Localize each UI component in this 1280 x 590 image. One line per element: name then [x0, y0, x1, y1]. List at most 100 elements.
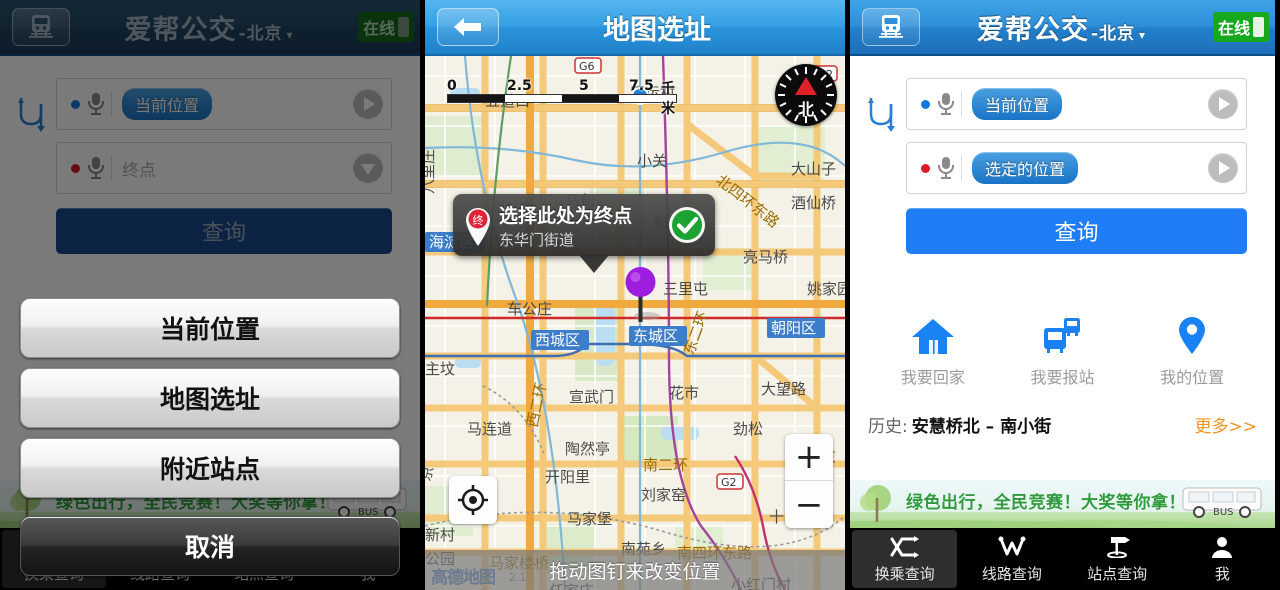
panel-action-sheet: 爱帮公交 -北京 ▾ 在线 当前位置 [0, 0, 420, 590]
scale-tick: 0 [447, 78, 457, 94]
history-more-link[interactable]: 更多>> [1195, 412, 1258, 437]
svg-text:三里屯: 三里屯 [663, 280, 708, 298]
svg-text:八里庄: 八里庄 [425, 149, 437, 194]
check-circle-icon [669, 207, 705, 243]
callout-text: 选择此处为终点 东华门街道 [499, 201, 667, 250]
svg-text:G2: G2 [721, 476, 737, 489]
svg-text:大山子: 大山子 [791, 160, 836, 178]
query-button-right[interactable]: 查询 [906, 208, 1247, 254]
ad-banner-text: 绿色出行，全民竞赛！大奖等你拿！ [906, 493, 1186, 513]
callout-confirm-button[interactable] [667, 205, 707, 245]
tab-profile[interactable]: 我 [1170, 528, 1275, 590]
sheet-option-map-pick[interactable]: 地图选址 [20, 368, 400, 428]
pin-label: 终 [473, 213, 484, 227]
svg-text:姚家园: 姚家园 [807, 280, 845, 298]
app-city: -北京 [1090, 23, 1136, 44]
svg-text:酒仙桥: 酒仙桥 [791, 194, 836, 212]
bus-icon [1043, 318, 1080, 353]
scale-tick: 5 [579, 78, 589, 94]
map-page-title: 地图选址 [603, 14, 711, 46]
scale-bar-graphic [447, 94, 677, 103]
origin-dot-icon [921, 99, 930, 109]
scale-tick: 2.5 [507, 78, 532, 94]
map-callout[interactable]: 终 选择此处为终点 东华门街道 [453, 194, 715, 273]
svg-text:车公庄: 车公庄 [507, 300, 552, 318]
tab-label: 站点查询 [1087, 565, 1148, 583]
transfer-icon [890, 534, 920, 560]
station-icon [1102, 534, 1132, 560]
microphone-icon[interactable] [937, 155, 955, 181]
ad-banner-right[interactable]: BUS 绿色出行，全民竞赛！大奖等你拿！ [850, 480, 1275, 528]
compass-control[interactable]: 北 [775, 64, 837, 126]
svg-text:亮马桥: 亮马桥 [743, 248, 788, 266]
map-footer-hint: 拖动图钉来改变位置 [425, 550, 845, 590]
zoom-out-button[interactable]: − [785, 481, 833, 528]
action-sheet: 当前位置 地图选址 附近站点 取消 [0, 298, 420, 590]
zoom-controls: + − [785, 434, 833, 528]
person-icon [1211, 534, 1233, 560]
svg-text:开阳里: 开阳里 [545, 468, 590, 486]
app-header-right: 爱帮公交 -北京 ▾ 在线 [850, 0, 1275, 56]
quick-action-report-station[interactable]: 我要报站 [998, 316, 1128, 388]
map-canvas[interactable]: 海淀区 西城区 东城区 朝阳区 五道口 亚运村 小关 马甸 和平街 北四环东路 … [425, 56, 845, 590]
bus-illustration-icon: BUS [1182, 487, 1262, 518]
scale-ticks: 0 2.5 5 7.5 千米 [447, 78, 677, 117]
quick-action-label: 我的位置 [1160, 368, 1225, 387]
tab-transfer-query[interactable]: 换乘查询 [852, 530, 958, 588]
train-icon [879, 15, 903, 38]
svg-text:南二环: 南二环 [643, 456, 688, 474]
map-scale-bar: 0 2.5 5 7.5 千米 [447, 78, 677, 117]
tab-label: 我 [1214, 565, 1230, 583]
locate-me-button[interactable] [449, 476, 497, 524]
destination-dot-icon [921, 163, 930, 173]
svg-text:刘家窑: 刘家窑 [641, 486, 686, 504]
history-label: 历史: [868, 417, 908, 437]
sheet-cancel-button[interactable]: 取消 [20, 516, 400, 576]
microphone-icon[interactable] [937, 91, 955, 117]
svg-text:主坟: 主坟 [425, 360, 455, 378]
tree-icon [860, 485, 891, 522]
quick-action-my-location[interactable]: 我的位置 [1127, 316, 1257, 388]
zoom-in-button[interactable]: + [785, 434, 833, 481]
destination-input-row[interactable]: 选定的位置 [906, 142, 1247, 194]
svg-text:西城区: 西城区 [535, 331, 580, 349]
route-icon [997, 534, 1027, 560]
divider [961, 155, 962, 181]
chevron-down-icon[interactable]: ▾ [1139, 28, 1146, 42]
sheet-option-current-location[interactable]: 当前位置 [20, 298, 400, 358]
svg-text:大望路: 大望路 [761, 380, 806, 398]
svg-text:陶然亭: 陶然亭 [565, 440, 610, 458]
destination-pin-icon: 终 [461, 203, 495, 247]
svg-text:G6: G6 [579, 60, 595, 73]
compass-ticks-icon [778, 67, 834, 123]
app-name: 爱帮公交 [976, 14, 1089, 46]
history-value[interactable]: 安慧桥北 – 南小街 [912, 412, 1051, 437]
quick-action-go-home[interactable]: 我要回家 [868, 316, 998, 388]
tab-route-query[interactable]: 线路查询 [959, 528, 1064, 590]
svg-text:朝阳区: 朝阳区 [771, 319, 816, 337]
scale-tick: 7.5 [629, 78, 654, 94]
quick-action-label: 我要报站 [1030, 368, 1095, 387]
swap-icon[interactable] [864, 94, 898, 136]
tab-station-query[interactable]: 站点查询 [1065, 528, 1170, 590]
svg-text:花市: 花市 [669, 384, 699, 402]
destination-value: 选定的位置 [972, 152, 1079, 184]
svg-text:宣武门: 宣武门 [569, 388, 614, 406]
origin-play-button[interactable] [1208, 89, 1238, 119]
svg-text:马连道: 马连道 [467, 420, 512, 438]
divider [961, 91, 962, 117]
sheet-option-nearby-stations[interactable]: 附近站点 [20, 438, 400, 498]
quick-action-label: 我要回家 [900, 368, 965, 387]
destination-play-button[interactable] [1208, 153, 1238, 183]
callout-title: 选择此处为终点 [499, 204, 633, 227]
history-row[interactable]: 历史: 安慧桥北 – 南小街 更多>> [850, 412, 1275, 437]
svg-text:劲松: 劲松 [733, 420, 763, 438]
tab-label: 线路查询 [981, 565, 1042, 583]
status-badge-right: 在线 [1213, 12, 1269, 42]
app-screenshot: 爱帮公交 -北京 ▾ 在线 当前位置 [0, 0, 1280, 590]
svg-text:新村: 新村 [425, 526, 455, 544]
ad-bus-label: BUS [1213, 507, 1234, 518]
crosshair-icon [458, 485, 488, 515]
draggable-map-pin[interactable] [621, 266, 661, 332]
origin-input-row[interactable]: 当前位置 [906, 78, 1247, 130]
